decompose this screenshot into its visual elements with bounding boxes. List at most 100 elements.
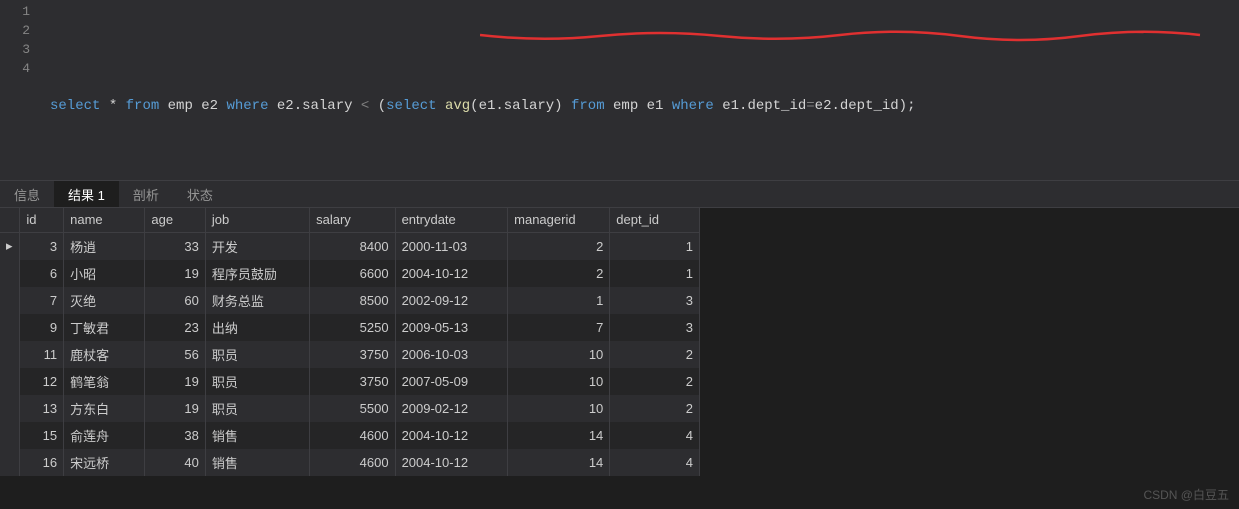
sql-token: * (100, 98, 125, 114)
table-row[interactable]: 9丁敏君23出纳52502009-05-1373 (0, 314, 700, 341)
cell-age[interactable]: 23 (145, 314, 205, 341)
row-indicator (0, 314, 20, 341)
row-indicator (0, 449, 20, 476)
cell-age[interactable]: 60 (145, 287, 205, 314)
cell-id[interactable]: 7 (20, 287, 64, 314)
line-number: 4 (0, 59, 30, 78)
cell-entrydate[interactable]: 2002-09-12 (395, 287, 508, 314)
cell-age[interactable]: 40 (145, 449, 205, 476)
watermark-text: CSDN @白豆五 (1143, 486, 1229, 503)
row-indicator (0, 341, 20, 368)
line-number: 2 (0, 21, 30, 40)
row-indicator (0, 395, 20, 422)
sql-editor[interactable]: 1 2 3 4 select * from emp e2 where e2.sa… (0, 0, 1239, 180)
sql-token: from (571, 98, 605, 114)
cell-managerid[interactable]: 1 (508, 287, 610, 314)
row-indicator-header (0, 208, 20, 232)
sql-token: where (672, 98, 714, 114)
cell-entrydate[interactable]: 2007-05-09 (395, 368, 508, 395)
row-indicator: ▸ (0, 232, 20, 260)
line-number-gutter: 1 2 3 4 (0, 0, 40, 180)
cell-salary[interactable]: 8500 (310, 287, 395, 314)
table-row[interactable]: 7灭绝60财务总监85002002-09-1213 (0, 287, 700, 314)
table-row[interactable]: 13方东白19职员55002009-02-12102 (0, 395, 700, 422)
sql-token: from (126, 98, 160, 114)
cell-age[interactable]: 19 (145, 395, 205, 422)
cell-salary[interactable]: 5500 (310, 395, 395, 422)
cell-name[interactable]: 宋远桥 (64, 449, 145, 476)
sql-token: emp e1 (605, 98, 672, 114)
cell-dept_id[interactable]: 2 (610, 395, 700, 422)
cell-entrydate[interactable]: 2004-10-12 (395, 422, 508, 449)
cell-job[interactable]: 销售 (205, 449, 309, 476)
cell-entrydate[interactable]: 2009-05-13 (395, 314, 508, 341)
cell-managerid[interactable]: 14 (508, 449, 610, 476)
cell-dept_id[interactable]: 4 (610, 449, 700, 476)
sql-token: e1.dept_id (714, 98, 806, 114)
cell-age[interactable]: 56 (145, 341, 205, 368)
cell-age[interactable]: 19 (145, 368, 205, 395)
cell-salary[interactable]: 3750 (310, 341, 395, 368)
cell-dept_id[interactable]: 4 (610, 422, 700, 449)
sql-token: ( (369, 98, 386, 114)
sql-token: = (806, 98, 814, 114)
code-content[interactable]: select * from emp e2 where e2.salary < (… (40, 0, 1239, 180)
cell-dept_id[interactable]: 3 (610, 314, 700, 341)
cell-entrydate[interactable]: 2006-10-03 (395, 341, 508, 368)
cell-id[interactable]: 11 (20, 341, 64, 368)
row-indicator (0, 287, 20, 314)
cell-entrydate[interactable]: 2009-02-12 (395, 395, 508, 422)
cell-name[interactable]: 丁敏君 (64, 314, 145, 341)
sql-token: (e1.salary) (470, 98, 571, 114)
cell-job[interactable]: 职员 (205, 368, 309, 395)
tab-info[interactable]: 信息 (0, 181, 54, 207)
row-indicator (0, 368, 20, 395)
cell-job[interactable]: 财务总监 (205, 287, 309, 314)
cell-id[interactable]: 13 (20, 395, 64, 422)
sql-token (437, 98, 445, 114)
sql-token: where (226, 98, 268, 114)
line-number: 3 (0, 40, 30, 59)
cell-salary[interactable]: 4600 (310, 422, 395, 449)
sql-statement[interactable]: select * from emp e2 where e2.salary < (… (50, 97, 1239, 116)
cell-name[interactable]: 鹿杖客 (64, 341, 145, 368)
sql-token: select (50, 98, 100, 114)
cell-age[interactable]: 38 (145, 422, 205, 449)
table-row[interactable]: 12鹤笔翁19职员37502007-05-09102 (0, 368, 700, 395)
row-indicator (0, 422, 20, 449)
row-indicator (0, 260, 20, 287)
cell-managerid[interactable]: 7 (508, 314, 610, 341)
cell-salary[interactable]: 5250 (310, 314, 395, 341)
table-row[interactable]: 11鹿杖客56职员37502006-10-03102 (0, 341, 700, 368)
cell-managerid[interactable]: 14 (508, 422, 610, 449)
cell-job[interactable]: 职员 (205, 395, 309, 422)
cell-job[interactable]: 职员 (205, 341, 309, 368)
cell-id[interactable]: 12 (20, 368, 64, 395)
sql-token: select (386, 98, 436, 114)
cell-name[interactable]: 方东白 (64, 395, 145, 422)
cell-name[interactable]: 鹤笔翁 (64, 368, 145, 395)
cell-managerid[interactable]: 10 (508, 368, 610, 395)
sql-token: e2.salary (268, 98, 360, 114)
cell-entrydate[interactable]: 2004-10-12 (395, 449, 508, 476)
sql-token: avg (445, 98, 470, 114)
cell-managerid[interactable]: 10 (508, 341, 610, 368)
cell-dept_id[interactable]: 2 (610, 341, 700, 368)
sql-token: emp e2 (159, 98, 226, 114)
cell-id[interactable]: 15 (20, 422, 64, 449)
cell-dept_id[interactable]: 2 (610, 368, 700, 395)
table-row[interactable]: 15俞莲舟38销售46002004-10-12144 (0, 422, 700, 449)
table-row[interactable]: 16宋远桥40销售46002004-10-12144 (0, 449, 700, 476)
cell-id[interactable]: 9 (20, 314, 64, 341)
cell-salary[interactable]: 3750 (310, 368, 395, 395)
cell-job[interactable]: 出纳 (205, 314, 309, 341)
cell-salary[interactable]: 4600 (310, 449, 395, 476)
cell-name[interactable]: 俞莲舟 (64, 422, 145, 449)
cell-id[interactable]: 16 (20, 449, 64, 476)
line-number: 1 (0, 2, 30, 21)
cell-dept_id[interactable]: 3 (610, 287, 700, 314)
sql-token: e2.dept_id); (815, 98, 916, 114)
cell-job[interactable]: 销售 (205, 422, 309, 449)
cell-name[interactable]: 灭绝 (64, 287, 145, 314)
cell-managerid[interactable]: 10 (508, 395, 610, 422)
